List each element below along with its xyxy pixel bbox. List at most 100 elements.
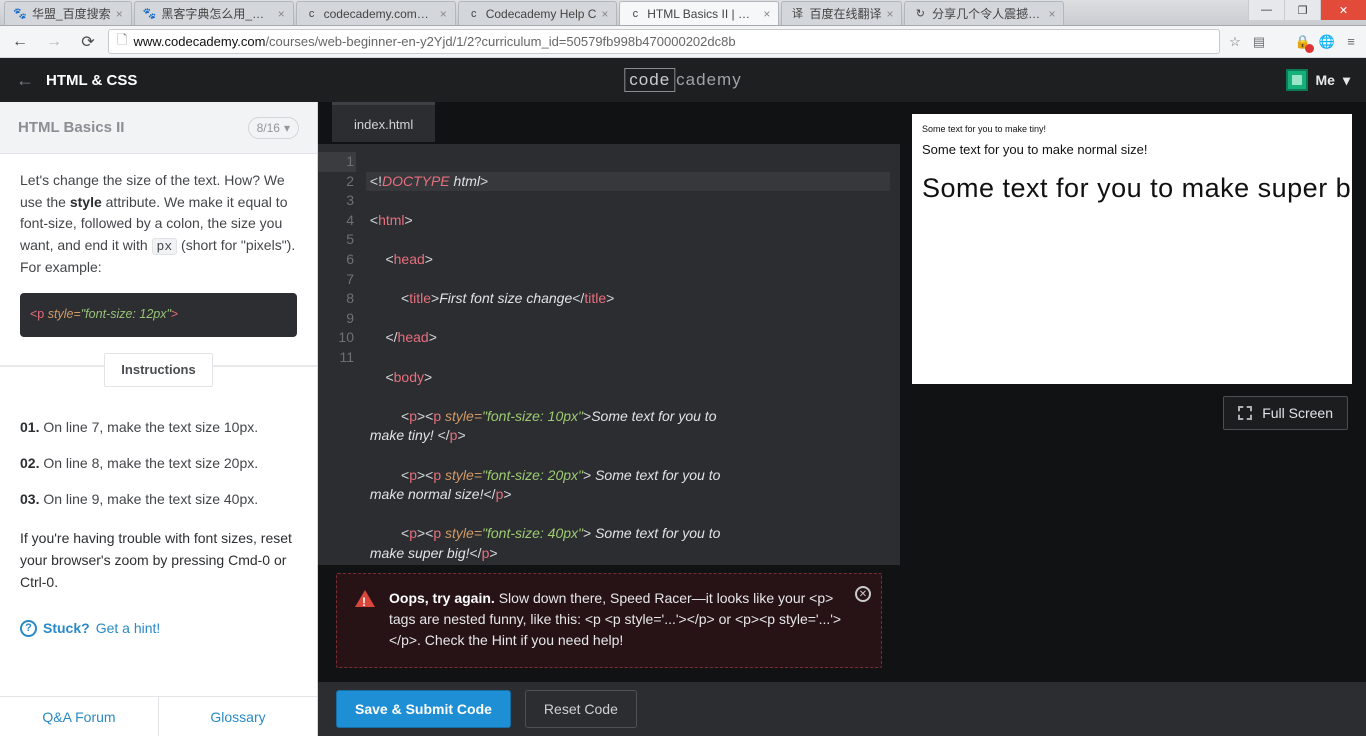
- warning-icon: [355, 590, 375, 607]
- line-number: 5: [318, 230, 356, 250]
- browser-tab[interactable]: cCodecademy Help C×: [458, 1, 618, 25]
- app-header: ← HTML & CSS code cademy Me ▾: [0, 58, 1366, 102]
- line-number: 1: [318, 152, 356, 172]
- tab-title: 华盟_百度搜索: [32, 5, 111, 22]
- logo-text: cademy: [676, 70, 742, 90]
- nav-back[interactable]: ←: [6, 29, 34, 55]
- fullscreen-button[interactable]: Full Screen: [1223, 396, 1348, 430]
- reader-icon[interactable]: ▤: [1250, 33, 1268, 51]
- step-number: 01.: [20, 419, 39, 435]
- tab-title: codecademy.com_百: [324, 5, 435, 22]
- preview-column: Some text for you to make tiny! Some tex…: [912, 102, 1352, 668]
- avatar: [1286, 69, 1308, 91]
- preview-big: Some text for you to make super big!: [922, 173, 1342, 204]
- hint-link[interactable]: ? Stuck? Get a hint!: [20, 618, 297, 640]
- url-host: www.codecademy.com: [133, 34, 265, 49]
- line-number: 6: [318, 250, 356, 270]
- line-number: 8: [318, 289, 356, 309]
- close-tab-icon[interactable]: ×: [116, 7, 123, 21]
- line-number: 10: [318, 328, 356, 348]
- url-path: /courses/web-beginner-en-y2Yjd/1/2?curri…: [265, 34, 735, 49]
- tab-title: 百度在线翻译: [809, 5, 881, 22]
- window-buttons: — ❐ ✕: [1248, 0, 1366, 20]
- preview-pane: Some text for you to make tiny! Some tex…: [912, 114, 1352, 384]
- progress-pill[interactable]: 8/16 ▾: [248, 117, 299, 139]
- browser-tab[interactable]: 🐾 华盟_百度搜索 ×: [4, 1, 132, 25]
- course-title: HTML & CSS: [46, 72, 137, 89]
- bookmark-icon[interactable]: ☆: [1226, 33, 1244, 51]
- sidebar-footer: Q&A Forum Glossary: [0, 696, 317, 736]
- window-close[interactable]: ✕: [1320, 0, 1366, 20]
- reset-button[interactable]: Reset Code: [525, 690, 637, 728]
- line-gutter: 1234567891011: [318, 152, 366, 557]
- course-back-icon[interactable]: ←: [16, 70, 34, 91]
- code-lines: <!DOCTYPE html> <html> <head> <title>Fir…: [366, 152, 900, 557]
- browser-tab[interactable]: c codecademy.com_百 ×: [296, 1, 456, 25]
- nav-forward[interactable]: →: [40, 29, 68, 55]
- close-tab-icon[interactable]: ×: [440, 7, 447, 21]
- tab-title: 黑客字典怎么用_百度: [161, 5, 272, 22]
- chevron-down-icon: ▾: [284, 121, 290, 135]
- close-tab-icon[interactable]: ×: [601, 7, 608, 21]
- line-number: 2: [318, 172, 356, 192]
- logo[interactable]: code cademy: [624, 68, 741, 92]
- file-tab[interactable]: index.html: [332, 102, 435, 142]
- favicon: 🐾: [143, 7, 157, 21]
- lesson-title: HTML Basics II: [18, 119, 124, 136]
- menu-icon[interactable]: ≡: [1342, 33, 1360, 51]
- preview-normal: Some text for you to make normal size!: [922, 142, 1342, 157]
- user-menu[interactable]: Me ▾: [1286, 69, 1350, 91]
- workspace: index.html 1234567891011 <!DOCTYPE html>…: [318, 102, 1366, 736]
- address-bar[interactable]: 🗋 www.codecademy.com /courses/web-beginn…: [108, 29, 1220, 54]
- logo-box: code: [624, 68, 675, 92]
- glossary-link[interactable]: Glossary: [159, 697, 317, 736]
- lesson-body: Let's change the size of the text. How? …: [0, 154, 317, 696]
- instruction-step: 02. On line 8, make the text size 20px.: [20, 453, 297, 475]
- extension-icon[interactable]: 🔒: [1294, 33, 1312, 51]
- instruction-step: 01. On line 7, make the text size 10px.: [20, 417, 297, 439]
- lesson-header: HTML Basics II 8/16 ▾: [0, 102, 317, 154]
- window-max[interactable]: ❐: [1284, 0, 1320, 20]
- sidebar: HTML Basics II 8/16 ▾ Let's change the s…: [0, 102, 318, 736]
- preview-footer: Full Screen: [912, 384, 1352, 440]
- close-error-icon[interactable]: ✕: [855, 586, 871, 602]
- hint-rest: Get a hint!: [96, 618, 161, 640]
- caret-down-icon: ▾: [1343, 72, 1350, 89]
- error-strong: Oops, try again.: [389, 590, 495, 606]
- browser-tab[interactable]: 译百度在线翻译 ×: [781, 1, 902, 25]
- trouble-text: If you're having trouble with font sizes…: [20, 528, 297, 593]
- submit-button[interactable]: Save & Submit Code: [336, 690, 511, 728]
- close-tab-icon[interactable]: ×: [278, 7, 285, 21]
- inline-code: px: [152, 238, 178, 255]
- qa-forum-link[interactable]: Q&A Forum: [0, 697, 159, 736]
- close-tab-icon[interactable]: ×: [1048, 7, 1055, 21]
- favicon: ↻: [913, 7, 927, 21]
- nav-reload[interactable]: ⟳: [74, 29, 102, 55]
- close-tab-icon[interactable]: ×: [886, 7, 893, 21]
- close-tab-icon[interactable]: ×: [763, 7, 770, 21]
- step-number: 02.: [20, 455, 39, 471]
- error-banner: Oops, try again. Slow down there, Speed …: [336, 573, 882, 668]
- window-min[interactable]: —: [1248, 0, 1284, 20]
- strong-text: style: [70, 194, 102, 210]
- line-number: 11: [318, 348, 356, 368]
- browser-tab[interactable]: ↻ 分享几个令人震撼的J ×: [904, 1, 1064, 25]
- favicon: c: [305, 7, 319, 21]
- browser-tab[interactable]: 🐾 黑客字典怎么用_百度 ×: [134, 1, 294, 25]
- workspace-top: index.html 1234567891011 <!DOCTYPE html>…: [318, 102, 1366, 668]
- favicon: 译: [790, 7, 804, 21]
- editor-column: index.html 1234567891011 <!DOCTYPE html>…: [318, 102, 900, 668]
- line-number: 7: [318, 270, 356, 290]
- step-number: 03.: [20, 491, 39, 507]
- line-number: 9: [318, 309, 356, 329]
- tab-title: 分享几个令人震撼的J: [932, 5, 1043, 22]
- favicon: c: [467, 7, 481, 21]
- favicon: 🐾: [13, 7, 27, 21]
- globe-icon[interactable]: 🌐: [1318, 33, 1336, 51]
- line-number: 4: [318, 211, 356, 231]
- workspace-bottom: Save & Submit Code Reset Code: [318, 680, 1366, 736]
- step-text: On line 9, make the text size 40px.: [39, 491, 258, 507]
- browser-tab[interactable]: cHTML Basics II | Cod×: [619, 1, 779, 25]
- code-editor[interactable]: 1234567891011 <!DOCTYPE html> <html> <he…: [318, 144, 900, 565]
- file-tabs: index.html: [318, 102, 900, 144]
